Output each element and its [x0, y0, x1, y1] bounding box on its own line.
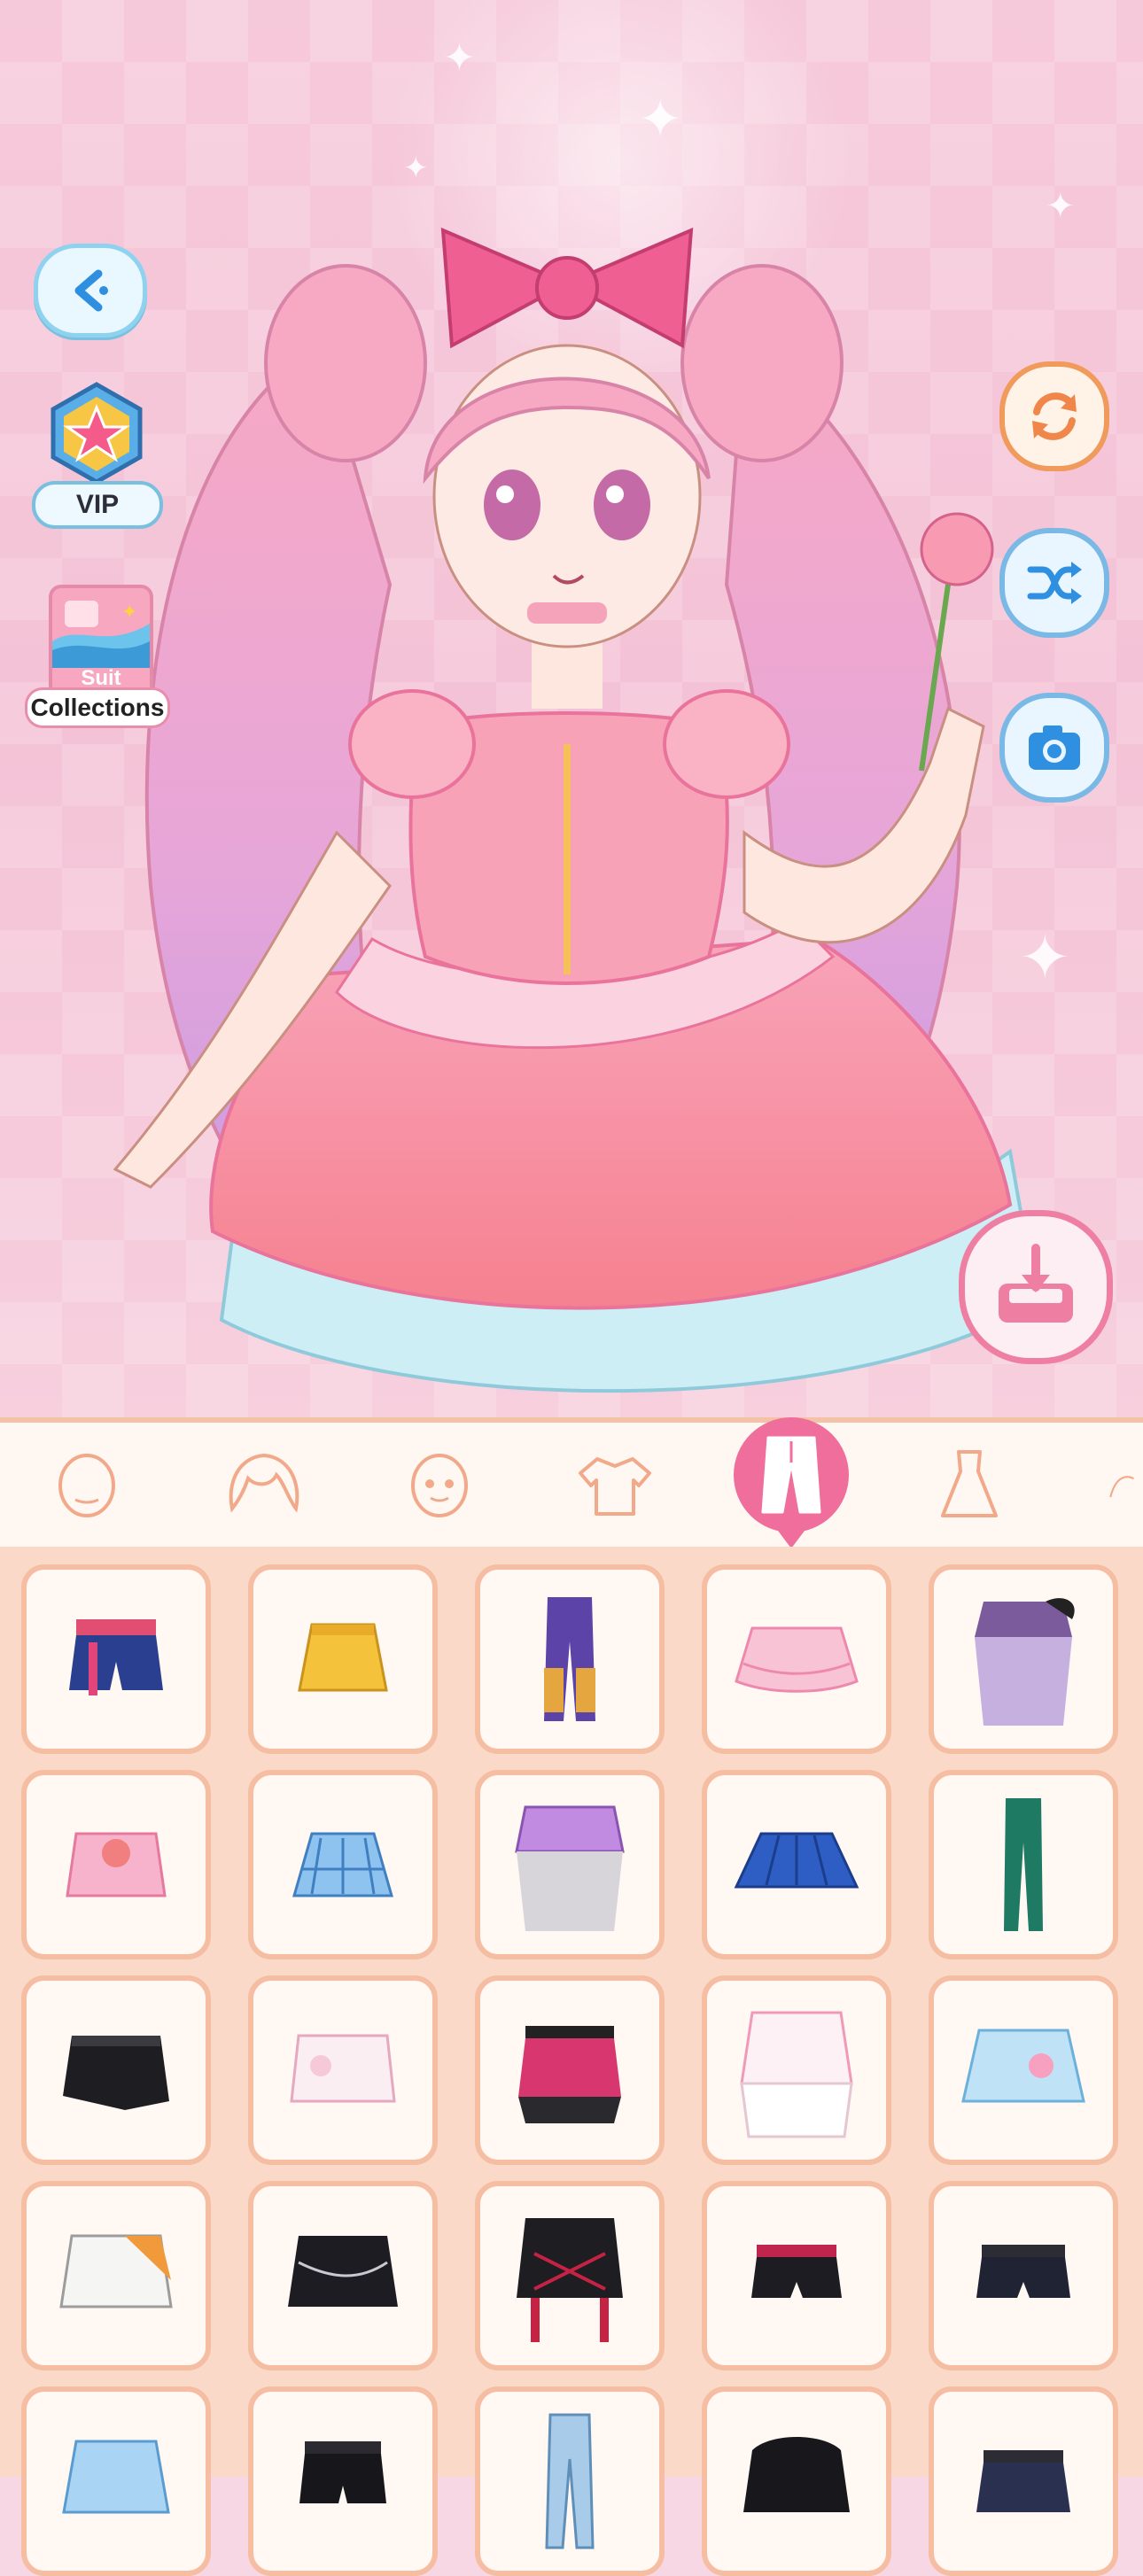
item-plaid-skirt[interactable] [248, 1770, 438, 1959]
item-blue-pleated-skirt[interactable] [702, 1770, 891, 1959]
red-plaid-skirt-icon [517, 2218, 623, 2342]
black-chain-skirt-icon [288, 2236, 398, 2307]
pink-plaid-skirt-icon [518, 2026, 621, 2123]
item-black-chain-skirt[interactable] [248, 2181, 438, 2370]
item-light-blue-skirt[interactable] [21, 2386, 211, 2576]
dressup-stage: ✦ ✦ ✦ ✦ ✦ ✦ [0, 0, 1143, 1417]
item-blue-pants[interactable] [475, 2386, 665, 2576]
black-skirt-icon [63, 2036, 169, 2110]
pink-apron-skirt-icon [66, 1832, 167, 1897]
blue-pants-icon [545, 2413, 595, 2549]
orange-white-skirt-icon [59, 2234, 173, 2308]
top-tab[interactable] [571, 1440, 659, 1529]
sparkle-icon: ✦ [443, 36, 476, 80]
yellow-skirt-icon [298, 1623, 388, 1692]
purple-tiered-skirt-icon [515, 1805, 625, 1931]
expression-icon [411, 1454, 468, 1517]
item-green-leggings[interactable] [929, 1770, 1118, 1959]
sparkle-icon: ✦ [403, 151, 429, 185]
random-outfit-button[interactable] [999, 528, 1109, 638]
category-tab-bar [0, 1417, 1143, 1552]
svg-text:✦: ✦ [121, 601, 137, 624]
suit-collections-button[interactable]: ✦ Suit Collections [25, 585, 170, 728]
suit-card-icon: ✦ Suit [49, 585, 153, 698]
collections-label: Collections [25, 687, 170, 728]
sparkle-icon: ✦ [638, 89, 683, 149]
item-gothic-skirt[interactable] [929, 1564, 1118, 1754]
item-purple-pants[interactable] [475, 1564, 665, 1754]
white-lolita-skirt-icon [740, 2011, 853, 2138]
purple-pants-icon [544, 1597, 595, 1721]
denim-shorts-icon [69, 1619, 163, 1695]
blue-cute-skirt-icon [961, 2029, 1085, 2103]
black-bubble-skirt-icon [743, 2437, 850, 2512]
white-bunny-skirt-icon [290, 2034, 396, 2103]
item-white-lolita-skirt[interactable] [702, 1975, 891, 2165]
item-yellow-skirt[interactable] [248, 1564, 438, 1754]
light-blue-skirt-icon [62, 2440, 170, 2514]
hair-icon [229, 1453, 299, 1513]
shirt-icon [579, 1457, 651, 1516]
dress-icon [941, 1450, 998, 1517]
item-pink-ruffle-skirt[interactable] [702, 1564, 891, 1754]
black-shorts-icon [751, 2245, 842, 2298]
pink-ruffle-skirt-icon [735, 1626, 859, 1693]
face-icon [58, 1454, 115, 1517]
suit-art-icon: ✦ [52, 601, 150, 668]
vip-star-icon [51, 382, 143, 485]
item-black-skirt[interactable] [21, 1975, 211, 2165]
pants-icon [761, 1436, 821, 1514]
black-belt-shorts-icon [299, 2441, 386, 2503]
navy-skirt-icon [976, 2450, 1070, 2512]
item-black-studded-shorts[interactable] [929, 2181, 1118, 2370]
gothic-skirt-icon [975, 1598, 1075, 1726]
item-blue-cute-skirt[interactable] [929, 1975, 1118, 2165]
green-leggings-icon [1004, 1798, 1043, 1931]
bottom-tab[interactable] [734, 1417, 849, 1548]
camera-button[interactable] [999, 693, 1109, 803]
refresh-icon [1032, 392, 1077, 440]
blue-pleated-skirt-icon [734, 1832, 859, 1889]
more-tab[interactable] [1106, 1440, 1143, 1529]
item-black-shorts[interactable] [702, 2181, 891, 2370]
vip-label: VIP [32, 481, 163, 529]
item-pink-apron-skirt[interactable] [21, 1770, 211, 1959]
item-purple-tiered-skirt[interactable] [475, 1770, 665, 1959]
vip-button[interactable]: VIP [32, 381, 163, 531]
accessory-icon [1109, 1476, 1134, 1498]
dress-tab[interactable] [925, 1440, 1014, 1529]
character-illustration [113, 227, 1039, 1393]
item-white-bunny-skirt[interactable] [248, 1975, 438, 2165]
black-studded-shorts-icon [976, 2245, 1070, 2298]
expression-tab[interactable] [395, 1440, 484, 1529]
back-button[interactable] [34, 244, 147, 338]
item-black-belt-shorts[interactable] [248, 2386, 438, 2576]
item-denim-shorts[interactable] [21, 1564, 211, 1754]
hair-tab[interactable] [220, 1440, 308, 1529]
face-tab[interactable] [43, 1440, 131, 1529]
item-grid [0, 1547, 1143, 2576]
camera-icon [1029, 725, 1080, 770]
item-orange-white-skirt[interactable] [21, 2181, 211, 2370]
back-arrow-icon [74, 269, 108, 312]
save-button[interactable] [959, 1210, 1113, 1364]
item-navy-skirt[interactable] [929, 2386, 1118, 2576]
item-black-bubble-skirt[interactable] [702, 2386, 891, 2576]
shuffle-icon [1027, 562, 1082, 604]
plaid-skirt-icon [292, 1832, 393, 1897]
download-tray-icon [999, 1244, 1073, 1323]
item-red-plaid-skirt[interactable] [475, 2181, 665, 2370]
reset-button[interactable] [999, 361, 1109, 471]
item-pink-plaid-skirt[interactable] [475, 1975, 665, 2165]
